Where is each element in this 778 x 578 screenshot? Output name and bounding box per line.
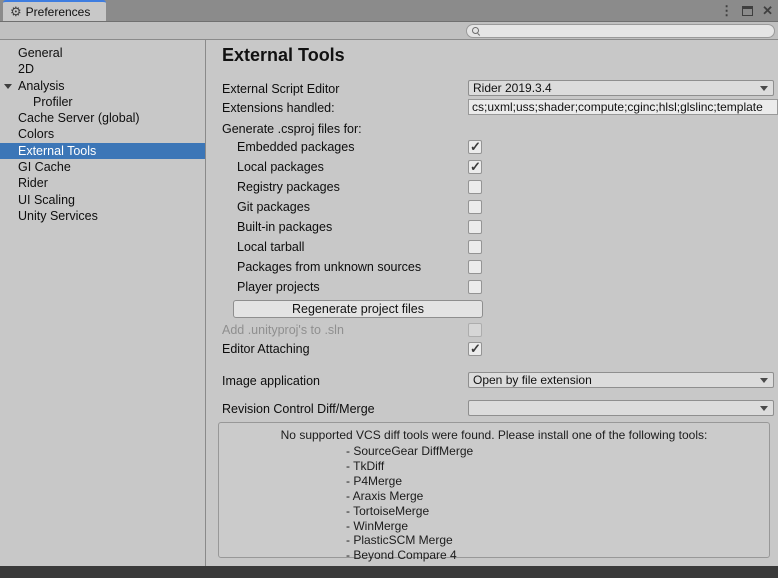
regenerate-project-files-button[interactable]: Regenerate project files — [233, 300, 483, 318]
csproj-item-label: Embedded packages — [237, 140, 354, 154]
main-panel: External Tools External Script Editor Ri… — [206, 40, 778, 566]
maximize-icon[interactable] — [742, 6, 753, 16]
csproj-item-label: Built-in packages — [237, 220, 332, 234]
image-application-label: Image application — [222, 374, 320, 388]
sidebar-item-gi-cache[interactable]: GI Cache — [0, 159, 205, 175]
sidebar-item-unity-services[interactable]: Unity Services — [0, 208, 205, 224]
page-title: External Tools — [222, 45, 345, 66]
extensions-label: Extensions handled: — [222, 101, 335, 115]
csproj-item-label: Registry packages — [237, 180, 340, 194]
add-unityproj-label: Add .unityproj's to .sln — [222, 323, 344, 337]
image-application-dropdown[interactable]: Open by file extension — [468, 372, 774, 388]
vcs-tool-item: - Beyond Compare 4 — [346, 548, 473, 563]
csproj-item-label: Git packages — [237, 200, 310, 214]
vcs-help-intro: No supported VCS diff tools were found. … — [219, 428, 769, 442]
checkbox-unknown-sources[interactable] — [468, 260, 482, 274]
sidebar-item-colors[interactable]: Colors — [0, 126, 205, 142]
editor-attaching-label: Editor Attaching — [222, 342, 310, 356]
title-bar: ⚙ Preferences ⋮ ✕ — [0, 0, 778, 21]
revision-control-dropdown[interactable] — [468, 400, 774, 416]
window-controls: ⋮ ✕ — [720, 0, 773, 21]
preferences-window: ⚙ Preferences ⋮ ✕ General 2D Analysis Pr… — [0, 0, 778, 578]
checkbox-builtin-packages[interactable] — [468, 220, 482, 234]
checkbox-registry-packages[interactable] — [468, 180, 482, 194]
vcs-tool-item: - WinMerge — [346, 519, 473, 534]
sidebar: General 2D Analysis Profiler Cache Serve… — [0, 40, 205, 566]
sidebar-item-cache-server[interactable]: Cache Server (global) — [0, 110, 205, 126]
vcs-tool-item: - TortoiseMerge — [346, 504, 473, 519]
foldout-arrow-icon[interactable] — [4, 84, 12, 89]
vcs-help-box: No supported VCS diff tools were found. … — [218, 422, 770, 558]
extensions-input[interactable]: cs;uxml;uss;shader;compute;cginc;hlsl;gl… — [468, 99, 778, 115]
checkbox-editor-attaching[interactable] — [468, 342, 482, 356]
vcs-tool-item: - P4Merge — [346, 474, 473, 489]
checkbox-local-tarball[interactable] — [468, 240, 482, 254]
vcs-tool-item: - TkDiff — [346, 459, 473, 474]
toolbar — [0, 21, 778, 40]
search-box[interactable] — [466, 24, 775, 38]
csproj-section-label: Generate .csproj files for: — [222, 122, 362, 136]
csproj-item-label: Local tarball — [237, 240, 304, 254]
csproj-item-label: Packages from unknown sources — [237, 260, 421, 274]
sidebar-item-general[interactable]: General — [0, 45, 205, 61]
script-editor-label: External Script Editor — [222, 82, 339, 96]
kebab-menu-icon[interactable]: ⋮ — [720, 3, 733, 19]
sidebar-item-ui-scaling[interactable]: UI Scaling — [0, 192, 205, 208]
window-bottom-edge — [0, 566, 778, 578]
checkbox-add-unityproj — [468, 323, 482, 337]
tab-title: Preferences — [26, 5, 91, 19]
search-icon — [472, 27, 481, 36]
dropdown-arrow-icon — [760, 378, 768, 383]
script-editor-dropdown[interactable]: Rider 2019.3.4 — [468, 80, 774, 96]
sidebar-item-label: Analysis — [18, 79, 65, 93]
tab-preferences[interactable]: ⚙ Preferences — [3, 0, 106, 21]
sidebar-item-rider[interactable]: Rider — [0, 175, 205, 191]
revision-control-label: Revision Control Diff/Merge — [222, 402, 375, 416]
vcs-tool-item: - SourceGear DiffMerge — [346, 444, 473, 459]
csproj-item-label: Local packages — [237, 160, 324, 174]
vcs-tool-item: - PlasticSCM Merge — [346, 533, 473, 548]
checkbox-player-projects[interactable] — [468, 280, 482, 294]
sidebar-item-2d[interactable]: 2D — [0, 61, 205, 77]
sidebar-item-external-tools[interactable]: External Tools — [0, 143, 205, 159]
sidebar-item-analysis[interactable]: Analysis — [0, 78, 205, 94]
image-application-value: Open by file extension — [473, 373, 592, 387]
checkbox-git-packages[interactable] — [468, 200, 482, 214]
sidebar-item-profiler[interactable]: Profiler — [0, 94, 205, 110]
dropdown-arrow-icon — [760, 406, 768, 411]
vcs-tool-list: - SourceGear DiffMerge - TkDiff - P4Merg… — [346, 444, 473, 563]
gear-icon: ⚙ — [10, 5, 22, 18]
checkbox-embedded-packages[interactable] — [468, 140, 482, 154]
vcs-tool-item: - Araxis Merge — [346, 489, 473, 504]
checkbox-local-packages[interactable] — [468, 160, 482, 174]
dropdown-arrow-icon — [760, 86, 768, 91]
search-input[interactable] — [481, 25, 774, 37]
close-icon[interactable]: ✕ — [762, 3, 773, 19]
csproj-item-label: Player projects — [237, 280, 320, 294]
script-editor-value: Rider 2019.3.4 — [473, 81, 552, 95]
